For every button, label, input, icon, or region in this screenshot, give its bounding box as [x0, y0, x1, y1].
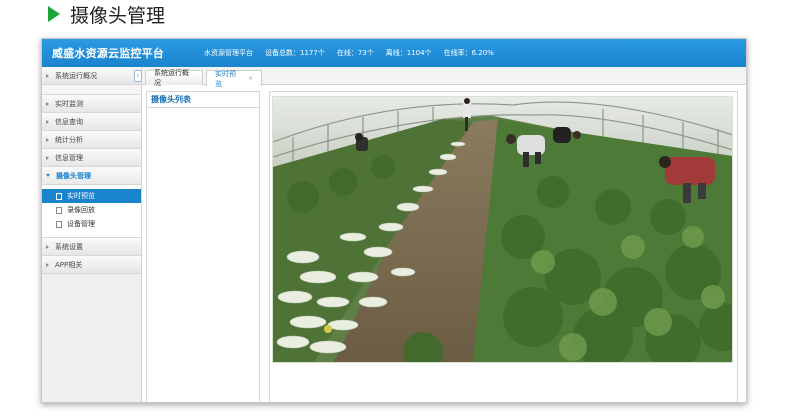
caret-right-icon	[46, 119, 49, 124]
sidebar-item-label: 系统设置	[55, 242, 83, 251]
online-count: 在线：73个	[336, 49, 374, 57]
sidebar-item-label: 实时监测	[55, 99, 83, 108]
online-rate: 在线率：6.20%	[443, 49, 494, 57]
sidebar-item-statistics[interactable]: 统计分析	[42, 131, 141, 149]
submenu-item-label: 设备管理	[67, 220, 95, 228]
caret-down-icon	[46, 174, 50, 177]
app-header: 威盛水资源云监控平台 水资源管理平台 设备总数：1177个 在线：73个 离线：…	[42, 39, 746, 67]
sidebar-item-info-query[interactable]: 信息查询	[42, 113, 141, 131]
section-title: 摄像头管理	[70, 4, 166, 27]
camera-list-title: 摄像头列表	[147, 92, 259, 108]
sidebar-item-label: APP相关	[55, 260, 83, 269]
caret-right-icon	[46, 262, 49, 267]
tab-overview[interactable]: 系统运行概况	[145, 69, 203, 87]
caret-right-icon	[46, 155, 49, 160]
sidebar-item-label: 统计分析	[55, 135, 83, 144]
submenu-item-live-preview[interactable]: 实时预览	[42, 189, 141, 203]
caret-right-icon	[46, 137, 49, 142]
offline-count: 离线：1104个	[385, 49, 432, 57]
sidebar-item-info-manage[interactable]: 信息管理	[42, 149, 141, 167]
sidebar-item-label: 系统运行概况	[55, 71, 97, 80]
document-icon	[56, 220, 62, 228]
close-icon[interactable]: ×	[248, 75, 253, 82]
greenhouse-field-image	[273, 97, 732, 362]
sidebar-item-realtime-monitor[interactable]: 实时监测	[42, 95, 141, 113]
tab-label: 实时预览	[215, 69, 236, 88]
tab-bar: 系统运行概况 实时预览 ×	[142, 67, 746, 88]
sidebar-divider	[42, 85, 141, 95]
sidebar-item-camera-manage[interactable]: 摄像头管理	[42, 167, 141, 185]
tab-label: 系统运行概况	[154, 69, 189, 87]
submenu-item-playback[interactable]: 录像回放	[42, 203, 141, 217]
sidebar-item-label: 摄像头管理	[56, 171, 91, 180]
app-window: 威盛水资源云监控平台 水资源管理平台 设备总数：1177个 在线：73个 离线：…	[41, 38, 747, 403]
document-icon	[56, 206, 62, 214]
submenu-item-label: 实时预览	[67, 192, 95, 200]
sidebar-collapse-button[interactable]: ‹	[134, 70, 142, 82]
platform-name: 水资源管理平台	[204, 49, 253, 57]
caret-right-icon	[46, 244, 49, 249]
preview-panel: 截图 录像	[269, 91, 738, 402]
submenu-item-label: 录像回放	[67, 206, 95, 214]
sidebar-item-system-settings[interactable]: 系统设置	[42, 238, 141, 256]
sidebar: 系统运行概况 实时监测 信息查询 统计分析 信息管理 摄像头管理 实时预览 录像…	[42, 67, 142, 402]
sidebar-item-overview[interactable]: 系统运行概况	[42, 67, 141, 85]
app-title: 威盛水资源云监控平台	[52, 47, 164, 60]
sidebar-item-label: 信息查询	[55, 117, 83, 126]
tab-live-preview[interactable]: 实时预览 ×	[206, 69, 262, 88]
caret-right-icon	[46, 73, 49, 78]
camera-list-panel: 摄像头列表	[146, 91, 260, 402]
main-content: 系统运行概况 实时预览 × 摄像头列表	[142, 67, 746, 402]
device-total: 设备总数：1177个	[265, 49, 325, 57]
sidebar-item-app[interactable]: APP相关	[42, 256, 141, 274]
header-stats: 水资源管理平台 设备总数：1177个 在线：73个 离线：1104个 在线率：6…	[194, 48, 494, 58]
camera-submenu: 实时预览 录像回放 设备管理	[42, 185, 141, 238]
submenu-item-device-manage[interactable]: 设备管理	[42, 217, 141, 231]
sidebar-item-label: 信息管理	[55, 153, 83, 162]
triangle-arrow-icon	[48, 6, 60, 22]
caret-right-icon	[46, 101, 49, 106]
document-icon	[56, 192, 62, 200]
camera-video-feed[interactable]	[272, 96, 733, 363]
section-heading: 摄像头管理	[48, 2, 166, 27]
page: 摄像头管理 威盛水资源云监控平台 水资源管理平台 设备总数：1177个 在线：7…	[0, 0, 790, 419]
